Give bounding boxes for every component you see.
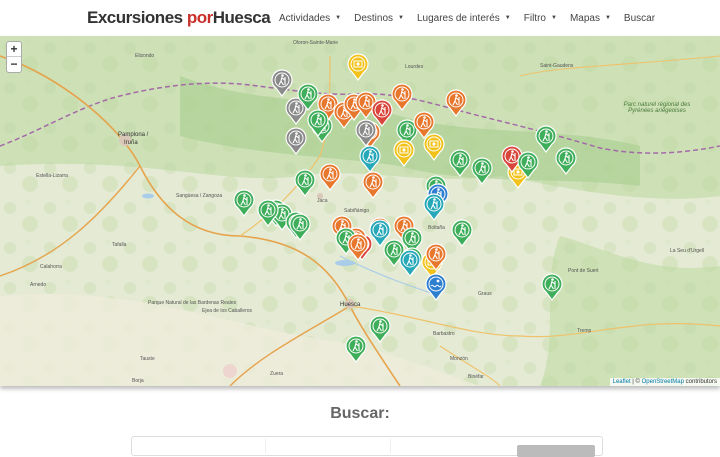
- map-marker[interactable]: [369, 315, 391, 343]
- map-marker[interactable]: [271, 69, 293, 97]
- nav-label: Mapas: [569, 13, 600, 24]
- nav-label: Lugares de interés: [416, 13, 500, 24]
- attribution-sep: | ©: [630, 379, 642, 385]
- field-divider: [265, 439, 266, 453]
- nav-label: Actividades: [279, 13, 331, 24]
- caret-down-icon: ▼: [604, 15, 611, 22]
- leaflet-link[interactable]: Leaflet: [613, 379, 631, 385]
- nav-buscar[interactable]: Buscar: [624, 13, 655, 24]
- map-marker[interactable]: [451, 219, 473, 247]
- search-form: [131, 436, 603, 457]
- logo-huesca: Huesca: [212, 8, 271, 27]
- map-marker[interactable]: [362, 171, 384, 199]
- caret-down-icon: ▼: [550, 15, 557, 22]
- map-marker[interactable]: [371, 99, 393, 127]
- logo-por: por: [186, 8, 213, 27]
- site-header: Excursiones porHuesca Actividades ▼ Desti…: [0, 0, 720, 38]
- map-marker[interactable]: [393, 139, 415, 167]
- zoom-out-button[interactable]: −: [7, 57, 21, 72]
- zoom-control: + −: [6, 41, 22, 73]
- map-marker[interactable]: [347, 53, 369, 81]
- nav-filtro[interactable]: Filtro ▼: [524, 13, 557, 24]
- caret-down-icon: ▼: [504, 15, 511, 22]
- caret-down-icon: ▼: [335, 15, 342, 22]
- logo-excursiones: Excursiones: [87, 8, 187, 27]
- attribution-tail: contributors: [683, 379, 717, 385]
- nav-label: Buscar: [623, 13, 656, 24]
- map-marker[interactable]: [289, 213, 311, 241]
- map-marker[interactable]: [541, 273, 563, 301]
- map-marker[interactable]: [399, 249, 421, 277]
- map-marker[interactable]: [449, 149, 471, 177]
- map-marker[interactable]: [423, 133, 445, 161]
- nav-actividades[interactable]: Actividades ▼: [279, 13, 341, 24]
- nav-mapas[interactable]: Mapas ▼: [570, 13, 611, 24]
- marker-layer: [233, 53, 577, 363]
- search-submit-button[interactable]: [517, 445, 595, 457]
- map-marker[interactable]: [445, 89, 467, 117]
- map-marker[interactable]: [555, 147, 577, 175]
- map-marker[interactable]: [471, 157, 493, 185]
- nav-label: Destinos: [354, 13, 393, 24]
- field-divider: [390, 439, 391, 453]
- map-marker[interactable]: [425, 273, 447, 301]
- nav-destinos[interactable]: Destinos ▼: [354, 13, 404, 24]
- osm-link[interactable]: OpenStreetMap: [642, 379, 684, 385]
- nav-lugares[interactable]: Lugares de interés ▼: [417, 13, 511, 24]
- search-heading: Buscar:: [330, 405, 390, 422]
- map-marker[interactable]: [535, 125, 557, 153]
- map-marker[interactable]: [423, 193, 445, 221]
- caret-down-icon: ▼: [398, 15, 404, 22]
- map-marker[interactable]: [285, 127, 307, 155]
- map-marker[interactable]: [294, 169, 316, 197]
- nav-label: Filtro: [523, 13, 546, 24]
- map-marker[interactable]: [233, 189, 255, 217]
- map-view[interactable]: Pamplona / Iruña Huesca Jaca Sabiñánigo Barba…: [0, 36, 720, 386]
- map-marker[interactable]: [359, 145, 381, 173]
- map-marker[interactable]: [319, 163, 341, 191]
- map-marker[interactable]: [345, 335, 367, 363]
- map-marker[interactable]: [391, 83, 413, 111]
- site-logo[interactable]: Excursiones porHuesca: [87, 8, 271, 28]
- zoom-in-button[interactable]: +: [7, 42, 21, 57]
- map-attribution: Leaflet | © OpenStreetMap contributors: [609, 378, 720, 386]
- main-nav: Actividades ▼ Destinos ▼ Lugares de interé…: [279, 13, 668, 24]
